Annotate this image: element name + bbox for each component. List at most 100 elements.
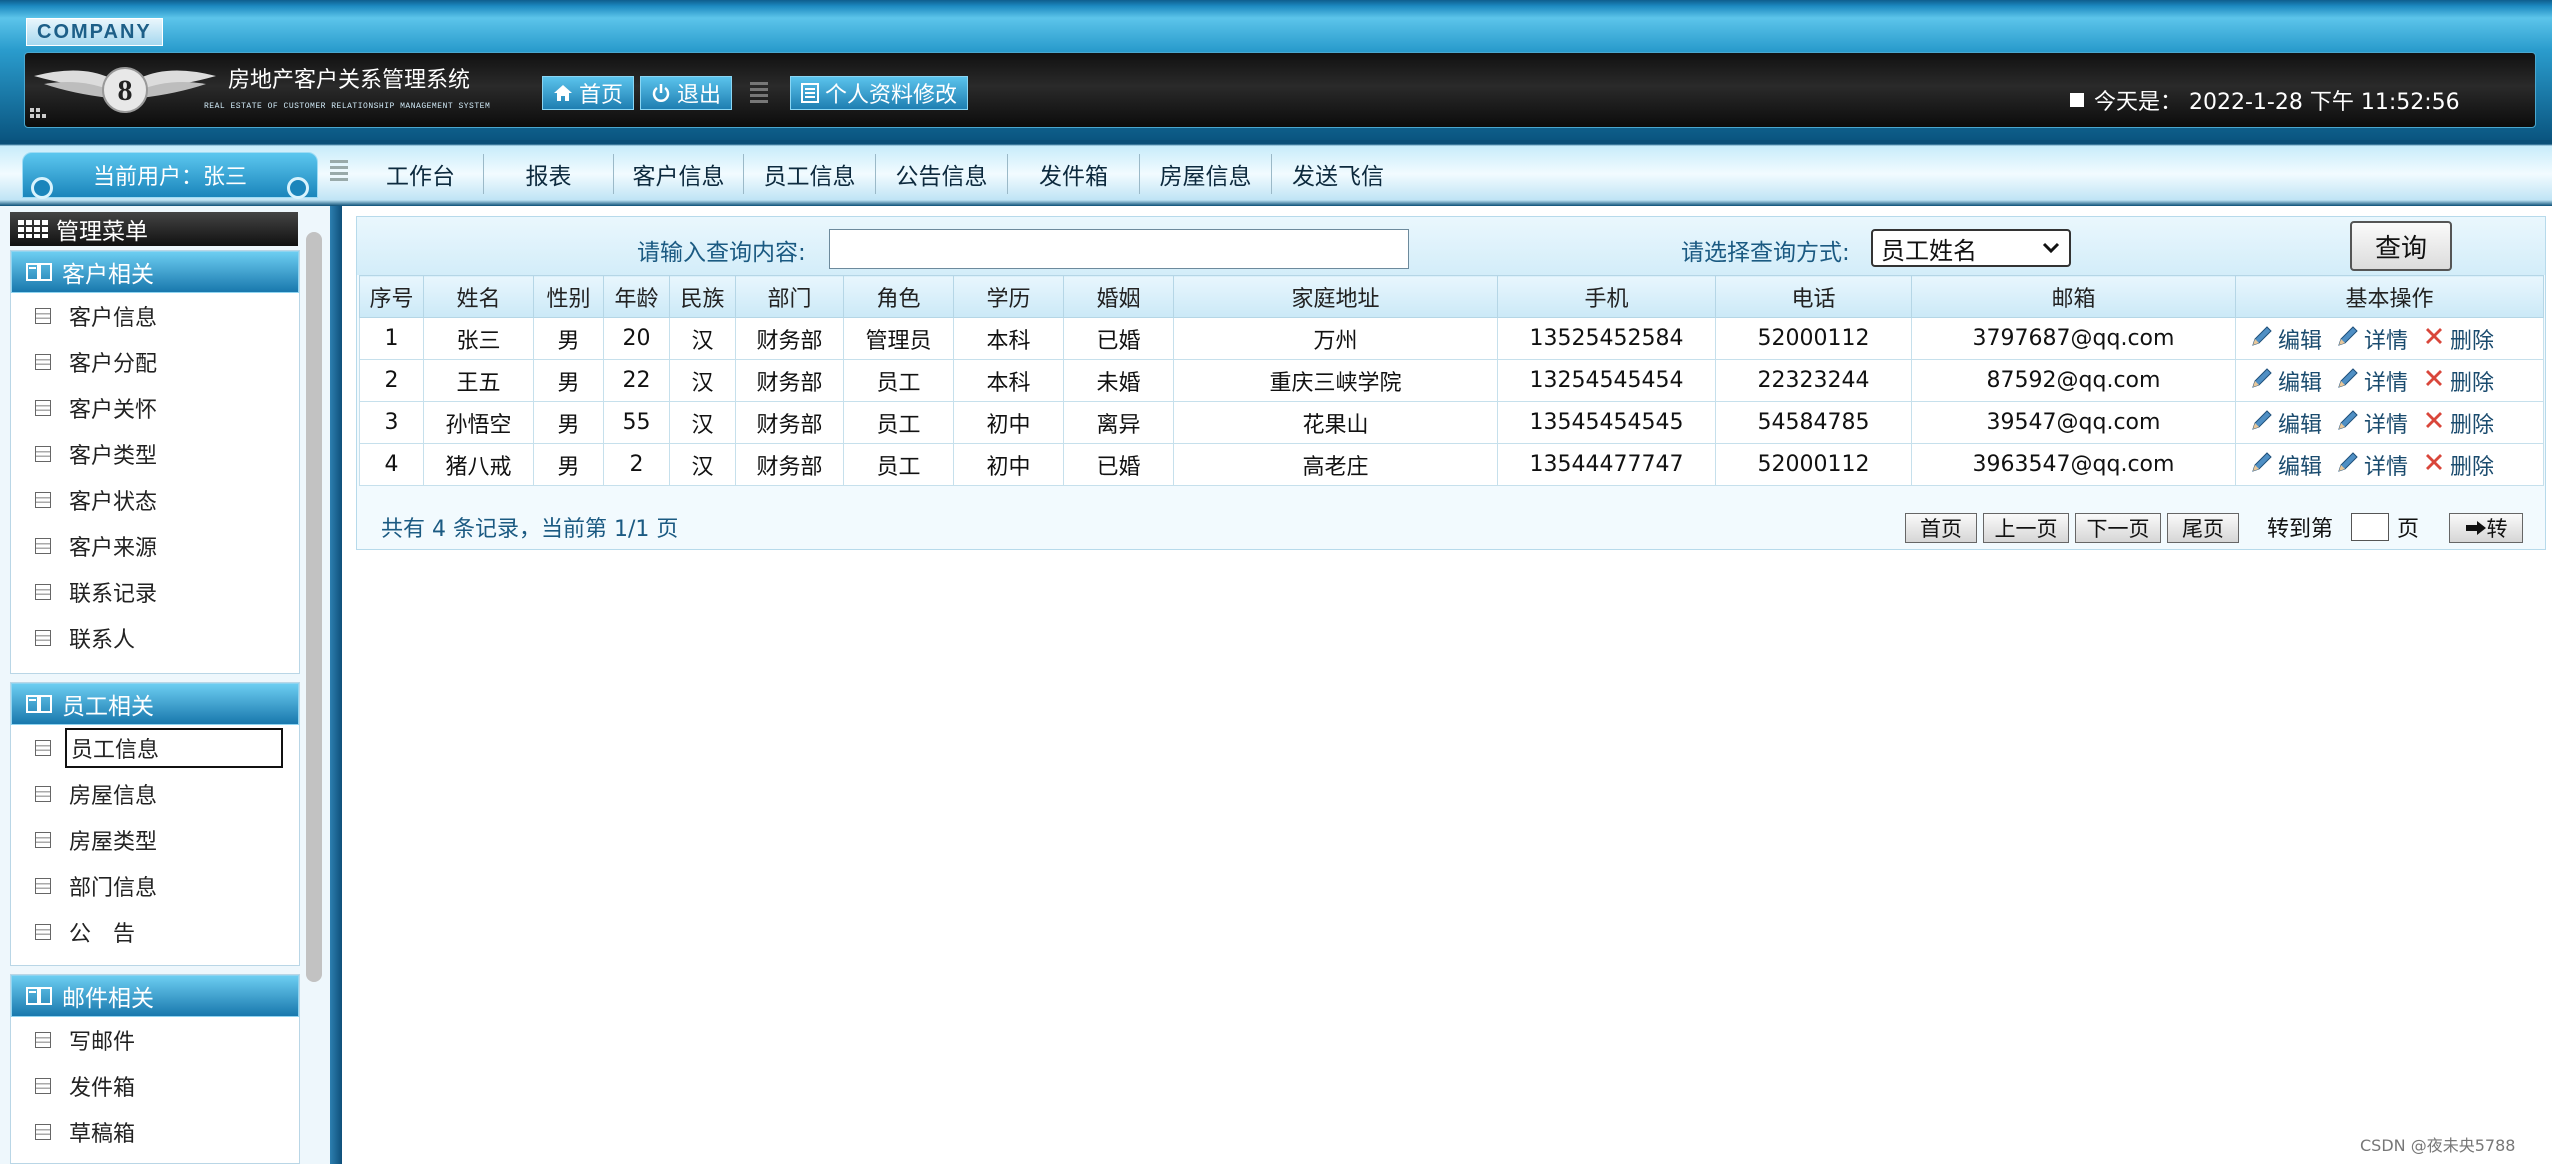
detail-button[interactable]: 详情 bbox=[2336, 323, 2408, 355]
sidebar-item-contacts[interactable]: 联系人 bbox=[11, 615, 299, 661]
sidebar-item-employee-info[interactable]: 员工信息 bbox=[11, 725, 299, 771]
edit-button[interactable]: 编辑 bbox=[2250, 407, 2322, 439]
table-cell: 孙悟空 bbox=[423, 401, 534, 444]
last-page-button[interactable]: 尾页 bbox=[2167, 513, 2239, 543]
sidebar-item-house-info[interactable]: 房屋信息 bbox=[11, 771, 299, 817]
detail-button[interactable]: 详情 bbox=[2336, 449, 2408, 481]
edit-button[interactable]: 编辑 bbox=[2250, 365, 2322, 397]
delete-button[interactable]: 删除 bbox=[2422, 323, 2494, 355]
nav-employee-info[interactable]: 员工信息 bbox=[744, 154, 876, 194]
column-header: 电话 bbox=[1715, 275, 1912, 318]
company-label: COMPANY bbox=[26, 18, 163, 46]
table-row: 4 猪八戒男 2 汉财务部 员工 初中 已婚 高老庄 13544477747 52000112 39… bbox=[359, 443, 2544, 486]
table-cell: 本科 bbox=[953, 317, 1064, 360]
sidebar-item-customer-assign[interactable]: 客户分配 bbox=[11, 339, 299, 385]
sidebar-group-header[interactable]: 客户相关 bbox=[11, 251, 299, 293]
table-cell: 财务部 bbox=[735, 317, 844, 360]
edit-button[interactable]: 编辑 bbox=[2250, 323, 2322, 355]
employee-table: 序号 姓名 性别 年龄 民族 部门 角色 学历 婚姻 家庭地址 手机 电话 邮箱 基本操作 1 张三男 20 汉… bbox=[359, 275, 2544, 486]
nav-notice-info[interactable]: 公告信息 bbox=[876, 154, 1008, 194]
table-cell: 男 bbox=[533, 401, 604, 444]
column-header: 部门 bbox=[735, 275, 844, 318]
sidebar-item-customer-status[interactable]: 客户状态 bbox=[11, 477, 299, 523]
next-page-button[interactable]: 下一页 bbox=[2075, 513, 2161, 543]
nav-send-fetion[interactable]: 发送飞信 bbox=[1272, 154, 1404, 194]
go-button[interactable]: 转 bbox=[2449, 513, 2523, 543]
table-cell: 2 bbox=[359, 359, 424, 402]
delete-label: 删除 bbox=[2450, 328, 2495, 354]
delete-button[interactable]: 删除 bbox=[2422, 449, 2494, 481]
document-icon bbox=[35, 786, 51, 802]
column-header: 学历 bbox=[953, 275, 1064, 318]
query-input[interactable] bbox=[829, 229, 1409, 269]
pencil-icon bbox=[2250, 408, 2274, 438]
nav-bar: 当前用户：张三 工作台 报表 客户信息 员工信息 公告信息 发件箱 房屋信息 发… bbox=[0, 140, 2552, 206]
sidebar-group-header[interactable]: 邮件相关 bbox=[11, 975, 299, 1017]
profile-edit-button[interactable]: 个人资料修改 bbox=[790, 76, 969, 110]
edit-label: 编辑 bbox=[2278, 454, 2323, 480]
document-icon bbox=[35, 538, 51, 554]
home-icon bbox=[554, 85, 572, 101]
table-cell: 4 bbox=[359, 443, 424, 486]
logout-button[interactable]: 退出 bbox=[640, 76, 733, 110]
table-cell: 3963547@qq.com bbox=[1911, 443, 2236, 486]
nav-outbox[interactable]: 发件箱 bbox=[1008, 154, 1140, 194]
sidebar-item-customer-source[interactable]: 客户来源 bbox=[11, 523, 299, 569]
home-button[interactable]: 首页 bbox=[542, 76, 635, 110]
goto-page-input[interactable] bbox=[2351, 513, 2389, 541]
detail-button[interactable]: 详情 bbox=[2336, 365, 2408, 397]
sidebar-item-contact-records[interactable]: 联系记录 bbox=[11, 569, 299, 615]
row-actions: 编辑 详情 删除 bbox=[2235, 443, 2544, 486]
query-button[interactable]: 查询 bbox=[2350, 221, 2452, 271]
nav-reports[interactable]: 报表 bbox=[484, 154, 614, 194]
nav-workbench[interactable]: 工作台 bbox=[358, 154, 484, 194]
table-cell: 重庆三峡学院 bbox=[1173, 359, 1498, 402]
table-cell: 管理员 bbox=[843, 317, 954, 360]
first-page-button[interactable]: 首页 bbox=[1905, 513, 1977, 543]
sidebar-item-house-type[interactable]: 房屋类型 bbox=[11, 817, 299, 863]
table-cell: 离异 bbox=[1063, 401, 1174, 444]
sidebar-title-label: 管理菜单 bbox=[56, 219, 148, 245]
table-cell: 员工 bbox=[843, 443, 954, 486]
pencil-icon bbox=[2250, 366, 2274, 396]
sidebar-group-label: 客户相关 bbox=[62, 262, 154, 288]
table-row: 3 孙悟空男 55 汉财务部 员工 初中 离异 花果山 13545454545 54584785 3… bbox=[359, 401, 2544, 444]
table-cell: 财务部 bbox=[735, 443, 844, 486]
sidebar-divider[interactable] bbox=[330, 206, 342, 1164]
sidebar: 管理菜单 客户相关 客户信息 客户分配 客户关怀 客户类型 客户状态 客户来源 … bbox=[0, 206, 330, 1164]
current-user-tab: 当前用户：张三 bbox=[22, 152, 318, 199]
mode-label: 请选择查询方式: bbox=[1681, 240, 1850, 266]
table-cell: 2 bbox=[603, 443, 670, 486]
sidebar-item-outbox[interactable]: 发件箱 bbox=[11, 1063, 299, 1109]
table-cell: 初中 bbox=[953, 401, 1064, 444]
document-icon bbox=[35, 878, 51, 894]
column-header: 婚姻 bbox=[1063, 275, 1174, 318]
sidebar-scrollbar-thumb[interactable] bbox=[306, 232, 322, 982]
nav-items: 工作台 报表 客户信息 员工信息 公告信息 发件箱 房屋信息 发送飞信 bbox=[358, 154, 1404, 194]
sidebar-group-employee: 员工相关 员工信息 房屋信息 房屋类型 部门信息 公 告 bbox=[10, 682, 300, 966]
edit-button[interactable]: 编辑 bbox=[2250, 449, 2322, 481]
prev-page-button[interactable]: 上一页 bbox=[1983, 513, 2069, 543]
table-cell: 13545454545 bbox=[1497, 401, 1716, 444]
nav-house-info[interactable]: 房屋信息 bbox=[1140, 154, 1272, 194]
sidebar-item-department-info[interactable]: 部门信息 bbox=[11, 863, 299, 909]
edit-label: 编辑 bbox=[2278, 328, 2323, 354]
detail-button[interactable]: 详情 bbox=[2336, 407, 2408, 439]
nav-customer-info[interactable]: 客户信息 bbox=[614, 154, 744, 194]
sidebar-item-customer-type[interactable]: 客户类型 bbox=[11, 431, 299, 477]
sidebar-item-notice[interactable]: 公 告 bbox=[11, 909, 299, 955]
tab-knob-icon bbox=[287, 177, 309, 199]
sidebar-item-drafts[interactable]: 草稿箱 bbox=[11, 1109, 299, 1155]
tab-knob-icon bbox=[31, 177, 53, 199]
sidebar-item-customer-care[interactable]: 客户关怀 bbox=[11, 385, 299, 431]
search-bar: 请输入查询内容: 请选择查询方式: 员工姓名 查询 bbox=[357, 217, 2545, 275]
sidebar-group-label: 员工相关 bbox=[62, 694, 154, 720]
row-actions: 编辑 详情 删除 bbox=[2235, 359, 2544, 402]
delete-button[interactable]: 删除 bbox=[2422, 365, 2494, 397]
sidebar-item-customer-info[interactable]: 客户信息 bbox=[11, 293, 299, 339]
delete-button[interactable]: 删除 bbox=[2422, 407, 2494, 439]
sidebar-item-write-mail[interactable]: 写邮件 bbox=[11, 1017, 299, 1063]
sidebar-group-header[interactable]: 员工相关 bbox=[11, 683, 299, 725]
power-icon bbox=[652, 84, 670, 102]
query-mode-select[interactable]: 员工姓名 bbox=[1871, 229, 2071, 267]
